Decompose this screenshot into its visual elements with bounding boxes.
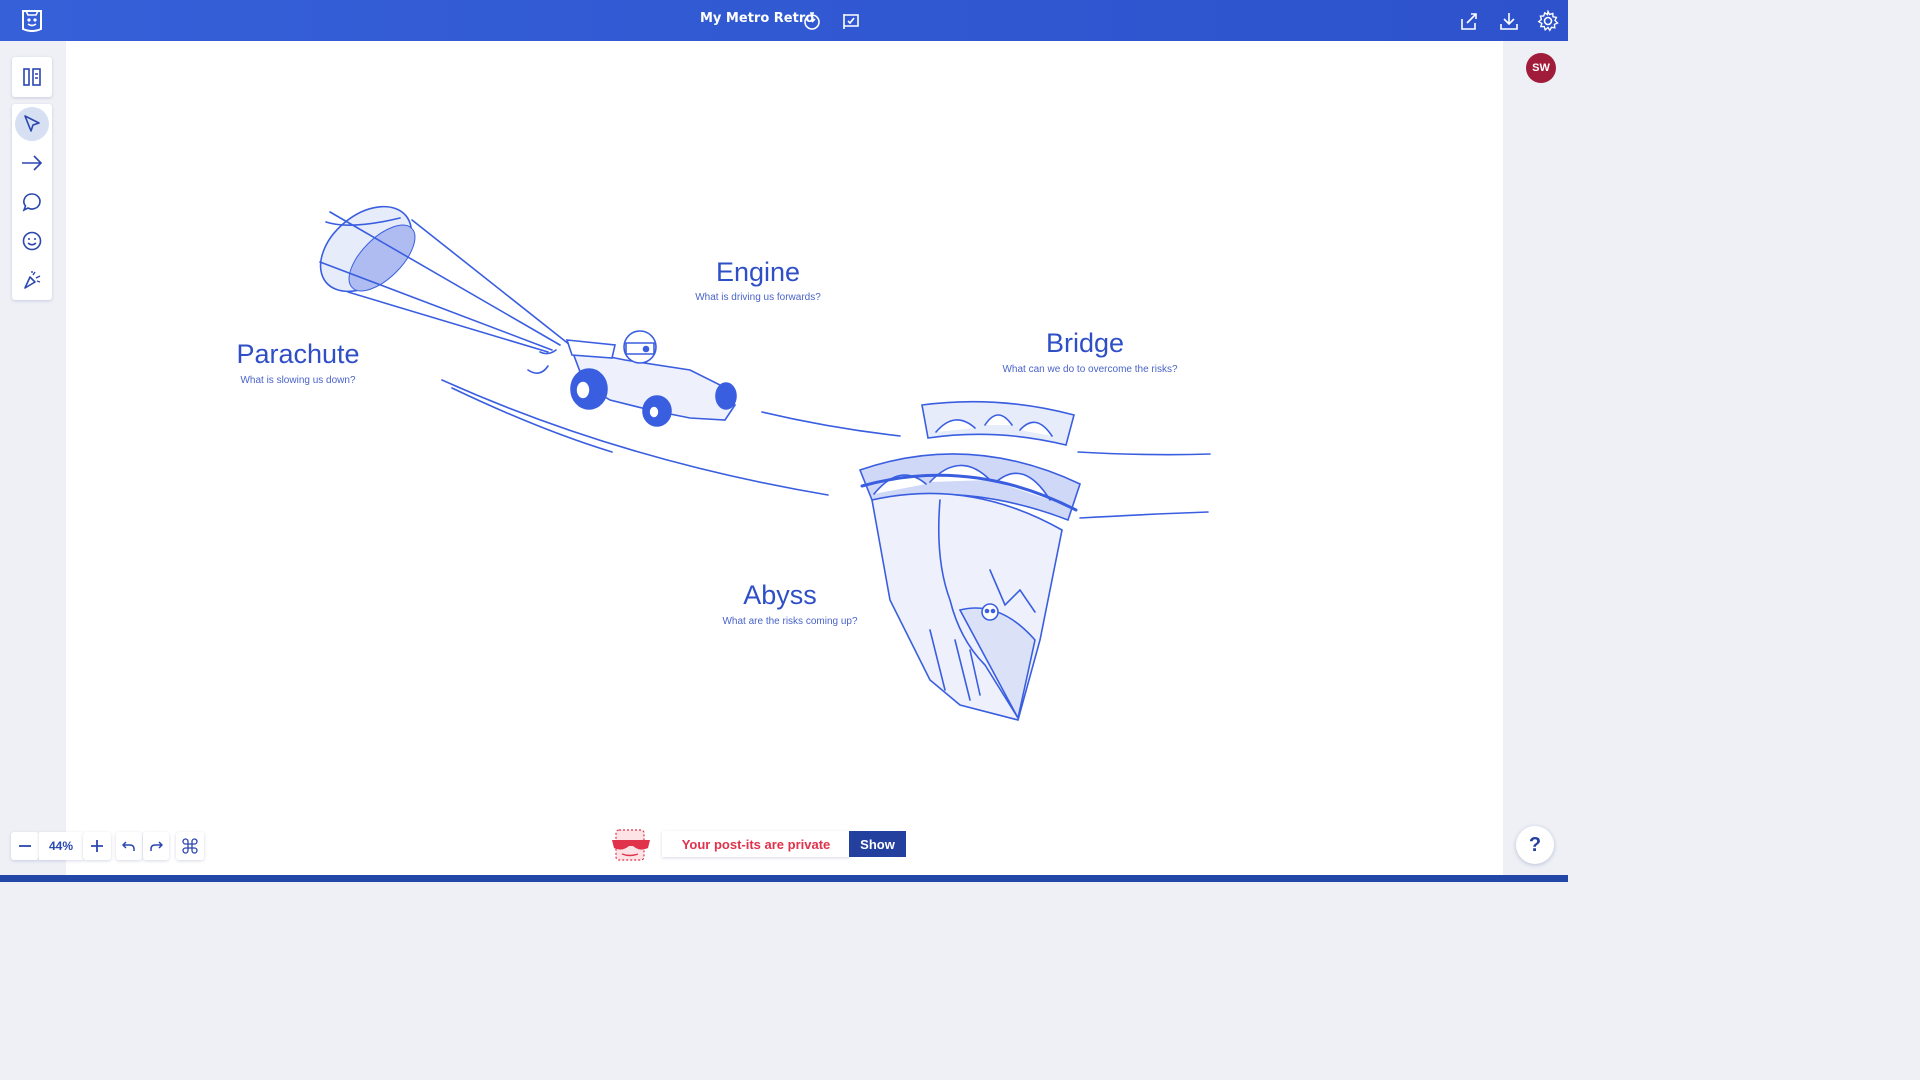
checklist-flag-icon[interactable]	[836, 6, 866, 36]
undo-button[interactable]	[116, 832, 142, 860]
user-avatar[interactable]: SW	[1526, 53, 1556, 83]
settings-gear-icon[interactable]	[1533, 6, 1563, 36]
emoji-smile-icon[interactable]	[15, 224, 49, 258]
right-rail	[1503, 41, 1568, 875]
timer-icon[interactable]	[797, 6, 827, 36]
bottom-accent-bar	[0, 875, 1568, 882]
panels-icon[interactable]	[15, 60, 49, 94]
section-parachute-title: Parachute	[236, 339, 360, 369]
comment-bubble-icon[interactable]	[15, 185, 49, 219]
section-engine-title: Engine	[715, 257, 801, 287]
section-bridge-subtitle: What can we do to overcome the risks?	[1002, 364, 1178, 375]
select-pointer-icon[interactable]	[15, 107, 49, 141]
section-abyss-title: Abyss	[743, 580, 817, 610]
arrow-connector-icon[interactable]	[15, 146, 49, 180]
app-logo-icon[interactable]	[17, 6, 47, 36]
keyboard-shortcuts-icon[interactable]	[176, 832, 204, 860]
zoom-level[interactable]: 44%	[39, 832, 83, 860]
download-icon[interactable]	[1494, 6, 1524, 36]
celebrate-confetti-icon[interactable]	[15, 263, 49, 297]
panels-tool-group	[12, 57, 52, 97]
top-bar: My Metro Retro	[0, 0, 1568, 41]
redo-button[interactable]	[143, 832, 169, 860]
zoom-in-button[interactable]	[83, 832, 111, 860]
zoom-value: 44%	[48, 839, 74, 853]
zoom-out-button[interactable]	[11, 832, 39, 860]
board-canvas[interactable]: Engine What is driving us forwards? Para…	[66, 41, 1503, 875]
show-post-its-button[interactable]: Show	[849, 831, 906, 857]
section-engine-subtitle: What is driving us forwards?	[695, 292, 821, 303]
private-mask-icon	[610, 826, 652, 864]
section-parachute-subtitle: What is slowing us down?	[240, 375, 356, 386]
help-button[interactable]: ?	[1516, 826, 1554, 864]
drawing-tools	[12, 104, 52, 300]
speed-car-illustration	[319, 205, 1211, 721]
section-abyss-subtitle: What are the risks coming up?	[722, 616, 858, 627]
privacy-message: Your post-its are private	[662, 831, 850, 857]
section-bridge-title: Bridge	[1045, 328, 1125, 358]
share-icon[interactable]	[1454, 6, 1484, 36]
